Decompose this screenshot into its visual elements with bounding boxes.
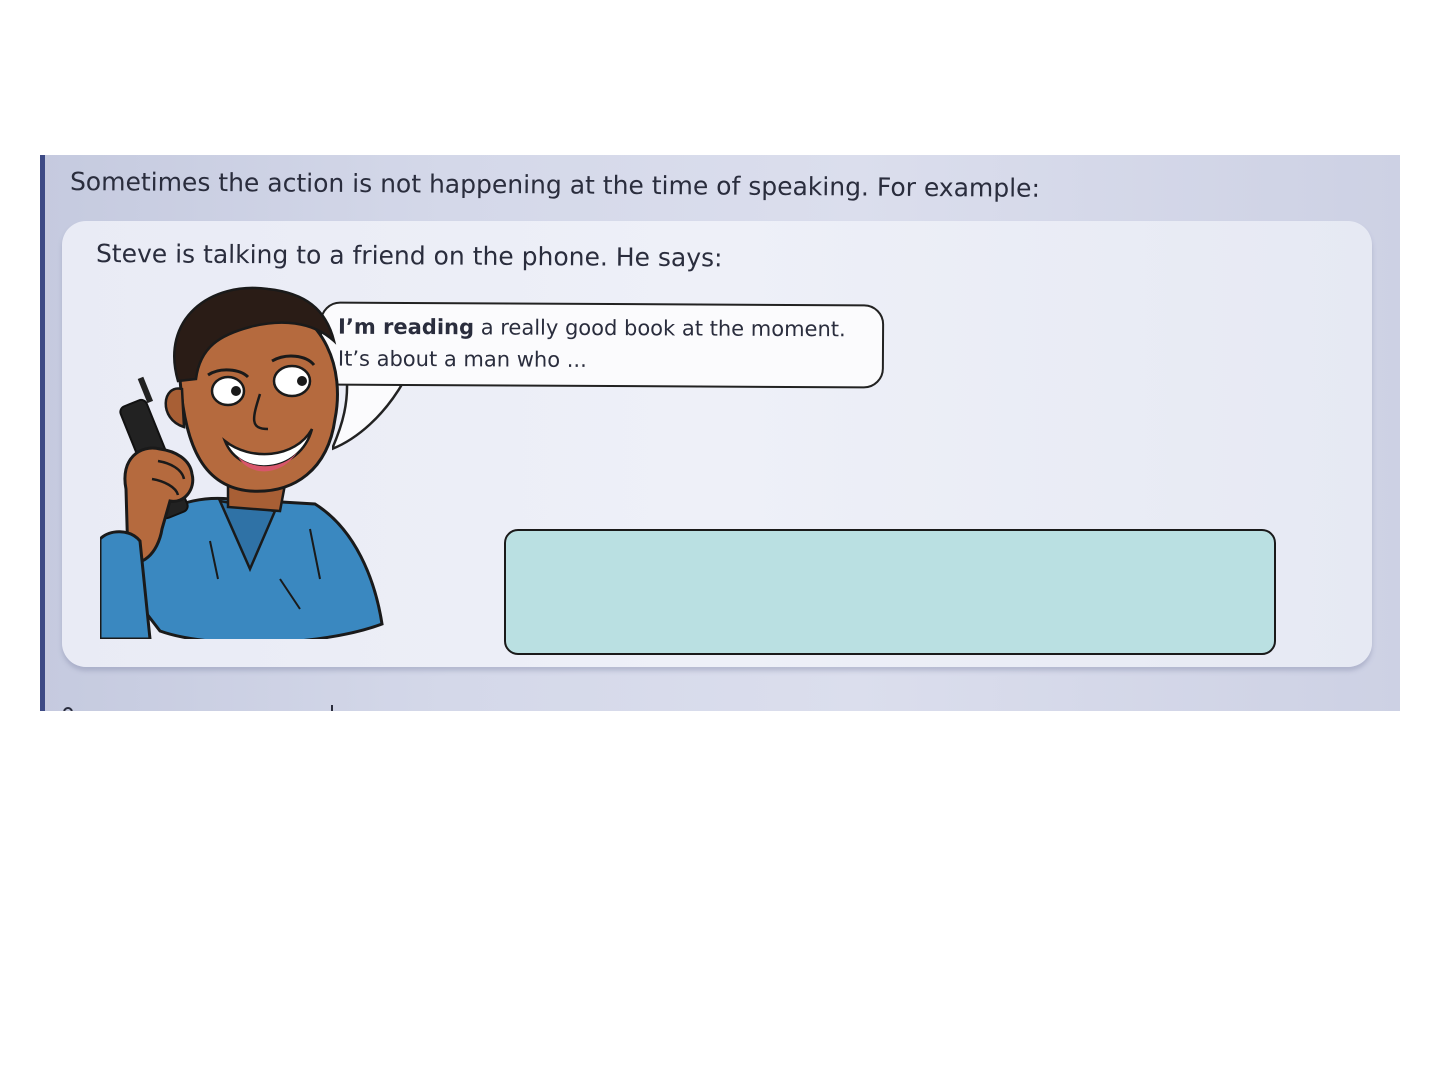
speech-bubble: I’m reading a really good book at the mo… xyxy=(319,301,885,389)
intro-sentence: Sometimes the action is not happening at… xyxy=(69,167,1041,203)
speech-line-1-rest: a really good book at the moment. xyxy=(473,315,846,342)
page-edge xyxy=(40,155,45,711)
speech-line-2: It’s about a man who ... xyxy=(337,346,587,372)
answer-box[interactable] xyxy=(504,529,1276,655)
speech-line-1: I’m reading a really good book at the mo… xyxy=(338,311,866,346)
man-on-phone-icon xyxy=(100,286,384,639)
cropped-text-fragment xyxy=(63,705,333,711)
example-context: Steve is talking to a friend on the phon… xyxy=(95,239,723,273)
